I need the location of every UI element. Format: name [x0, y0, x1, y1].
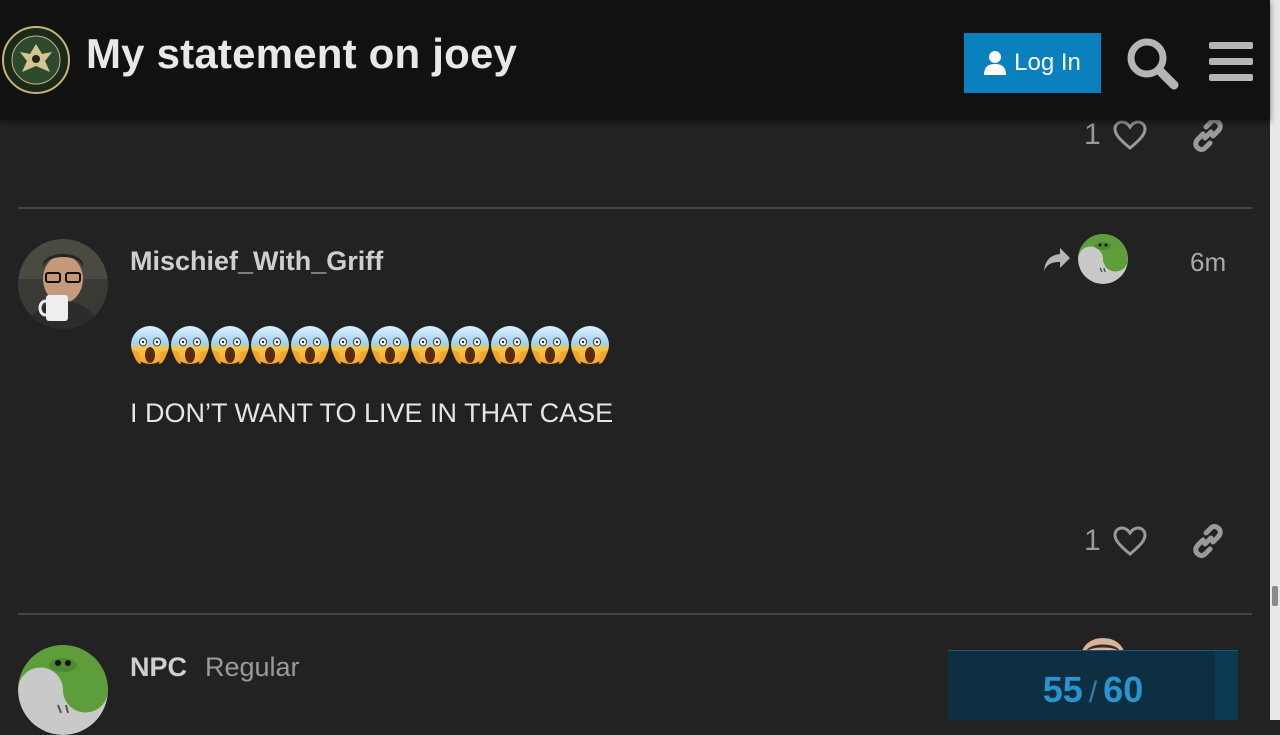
like-count: 1: [1084, 118, 1101, 151]
user-icon: [984, 51, 1007, 75]
progress-counter: 55/60: [948, 669, 1238, 711]
like-count: 1: [1084, 524, 1101, 557]
link-icon[interactable]: [1191, 118, 1225, 152]
post-date[interactable]: 6m: [1190, 247, 1226, 278]
topic-progress[interactable]: 55/60: [948, 650, 1238, 720]
reply-to-avatar[interactable]: [1078, 234, 1128, 284]
post-divider: [18, 207, 1252, 209]
avatar[interactable]: [18, 239, 108, 329]
scream-emoji-icon: [451, 326, 489, 364]
heart-icon[interactable]: [1113, 120, 1147, 150]
heart-icon[interactable]: [1113, 526, 1147, 556]
post-actions: 1: [1084, 524, 1225, 558]
post-divider: [18, 613, 1252, 615]
scream-emoji-icon: [331, 326, 369, 364]
search-icon[interactable]: [1125, 36, 1179, 90]
post-username[interactable]: Mischief_With_Griff: [130, 246, 383, 277]
emoji-row: [130, 324, 610, 366]
progress-current: 55: [1042, 669, 1083, 710]
scream-emoji-icon: [171, 326, 209, 364]
user-title: Regular: [205, 652, 300, 682]
scream-emoji-icon: [571, 326, 609, 364]
site-logo[interactable]: [2, 26, 70, 94]
avatar[interactable]: [18, 645, 108, 735]
scream-emoji-icon: [211, 326, 249, 364]
post-username[interactable]: NPC: [130, 652, 187, 683]
scrollbar-track[interactable]: [1270, 0, 1280, 720]
hamburger-menu-icon[interactable]: [1207, 40, 1255, 84]
progress-total: 60: [1103, 669, 1144, 710]
scream-emoji-icon: [371, 326, 409, 364]
progress-separator: /: [1088, 676, 1098, 709]
post-body-text: I DON’T WANT TO LIVE IN THAT CASE: [130, 398, 614, 428]
reply-arrow-icon[interactable]: [1042, 246, 1072, 274]
scream-emoji-icon: [411, 326, 449, 364]
post-actions: 1: [1084, 118, 1225, 152]
scream-emoji-icon: [491, 326, 529, 364]
login-button[interactable]: Log In: [964, 33, 1101, 93]
scrollbar-thumb[interactable]: [1272, 586, 1278, 606]
link-icon[interactable]: [1191, 524, 1225, 558]
scream-emoji-icon: [131, 326, 169, 364]
login-label: Log In: [1014, 49, 1081, 76]
scream-emoji-icon: [531, 326, 569, 364]
site-header: My statement on joey Log In: [0, 0, 1270, 120]
scream-emoji-icon: [251, 326, 289, 364]
scream-emoji-icon: [291, 326, 329, 364]
topic-title[interactable]: My statement on joey: [86, 30, 517, 78]
